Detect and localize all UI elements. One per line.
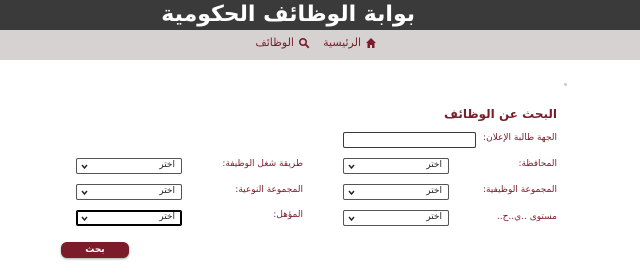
advertiser-input[interactable] <box>343 132 476 148</box>
chevron-down-icon <box>81 164 88 170</box>
qualitative-group-select-value: اختر <box>159 186 175 196</box>
job-group-label: المجموعة الوظيفية: <box>482 185 557 195</box>
qualification-select-value: اختر <box>159 212 175 222</box>
advertiser-label: الجهة طالبة الإعلان: <box>483 133 557 143</box>
level-select[interactable]: اختر <box>343 210 449 226</box>
chevron-down-icon <box>81 190 88 196</box>
site-header: بوابة الوظائف الحكومية <box>0 0 640 30</box>
level-label: مستوى ..ي..ح.. <box>496 212 557 222</box>
employment-type-select-value: اختر <box>159 160 175 170</box>
job-group-select-value: اختر <box>426 186 442 196</box>
nav-home-link[interactable]: الرئيسية <box>323 36 377 49</box>
qualification-label: المؤهل: <box>273 210 303 220</box>
nav-jobs-label: الوظائف <box>255 36 294 49</box>
employment-type-label: طريقة شغل الوظيفة: <box>222 159 303 169</box>
chevron-down-icon <box>348 164 355 170</box>
search-form-title: البحث عن الوظائف <box>444 107 557 121</box>
governorate-label: المحافظة: <box>518 159 557 169</box>
site-title: بوابة الوظائف الحكومية <box>161 2 415 27</box>
home-icon <box>366 37 376 48</box>
decorative-dot <box>564 83 567 86</box>
qualification-select[interactable]: اختر <box>76 210 182 226</box>
chevron-down-icon <box>348 216 355 222</box>
governorate-select[interactable]: اختر <box>343 158 449 174</box>
level-select-value: اختر <box>426 212 442 222</box>
search-button[interactable]: بحث <box>61 242 129 258</box>
nav-home-label: الرئيسية <box>323 36 361 49</box>
chevron-down-icon <box>81 216 88 222</box>
qualitative-group-select[interactable]: اختر <box>76 184 182 200</box>
main-nav: الرئيسية الوظائف <box>0 30 640 60</box>
chevron-down-icon <box>348 190 355 196</box>
employment-type-select[interactable]: اختر <box>76 158 182 174</box>
governorate-select-value: اختر <box>426 160 442 170</box>
nav-jobs-link[interactable]: الوظائف <box>255 36 310 49</box>
job-group-select[interactable]: اختر <box>343 184 449 200</box>
search-icon <box>298 37 310 48</box>
qualitative-group-label: المجموعة النوعية: <box>235 185 303 195</box>
